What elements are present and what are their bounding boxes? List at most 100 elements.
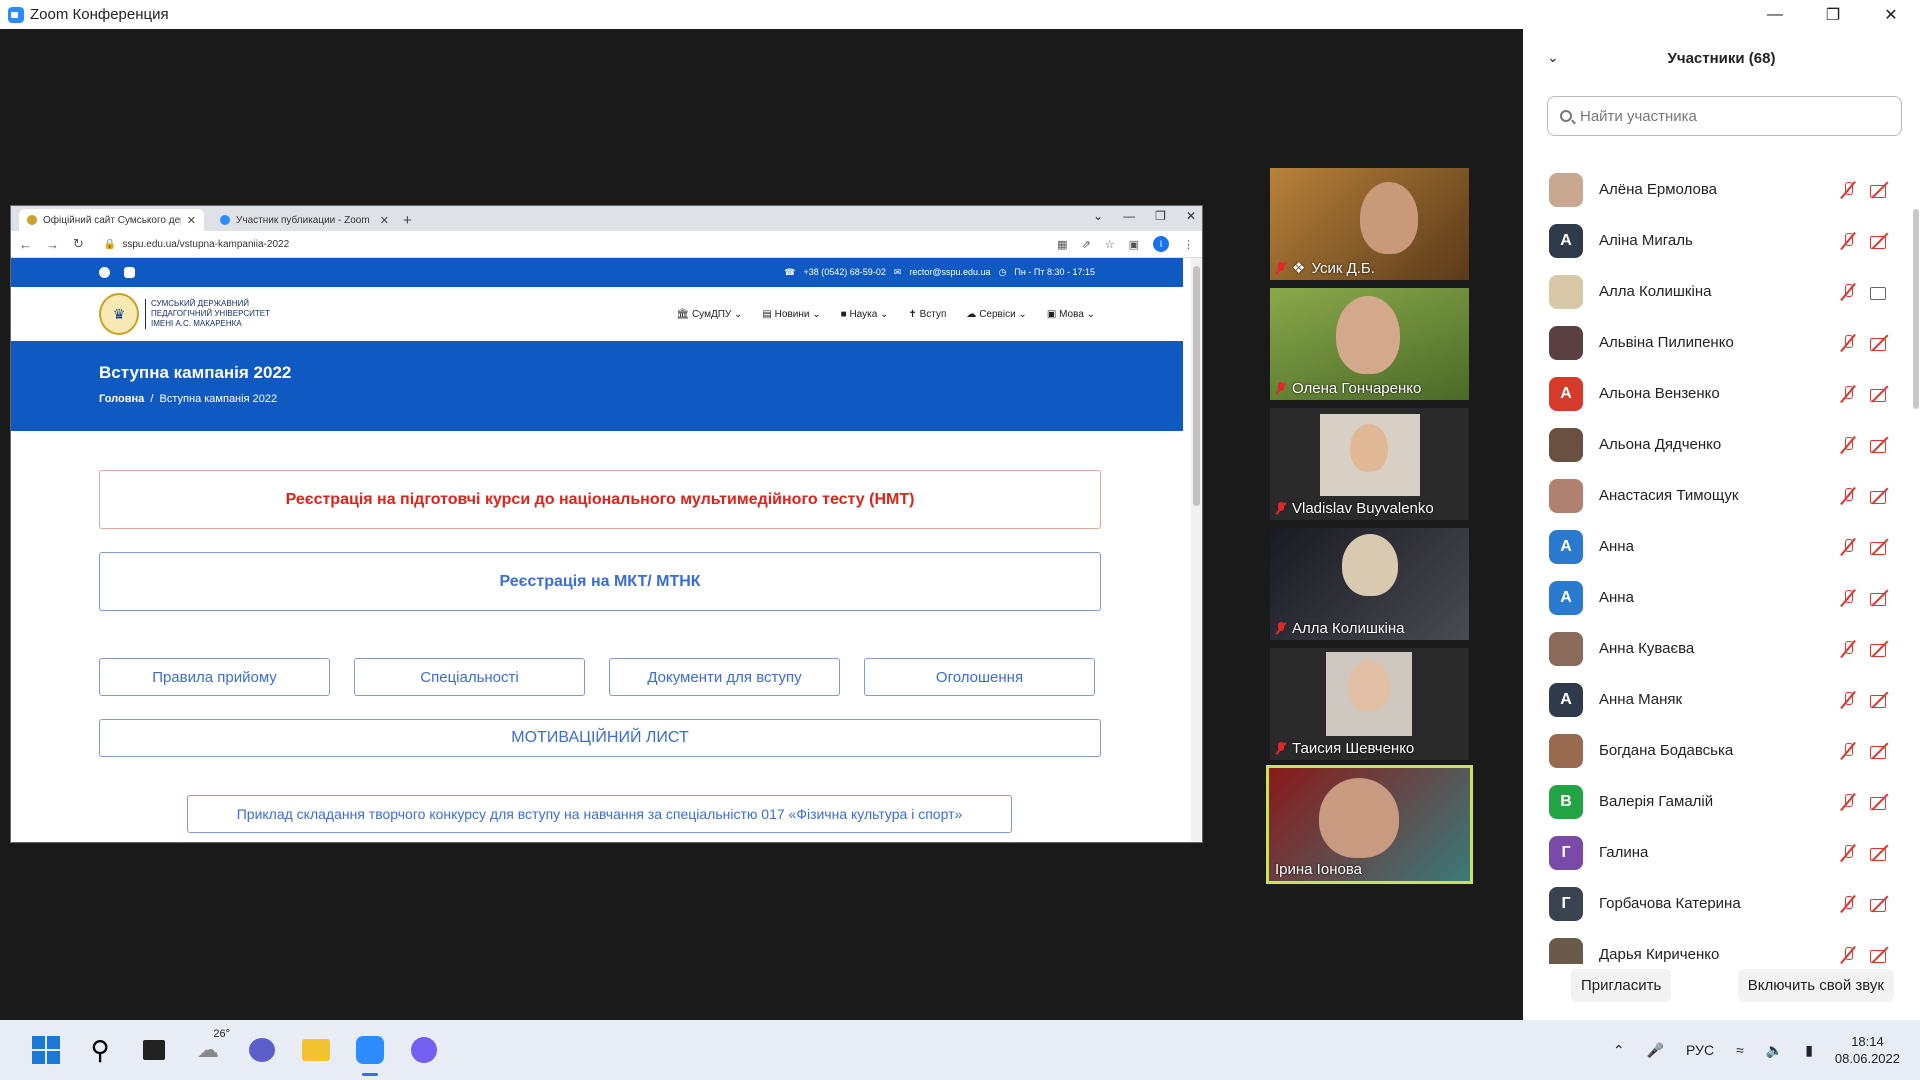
close-icon[interactable]: ✕ (1862, 0, 1920, 29)
participant-row[interactable]: Алёна Ермолова (1523, 164, 1920, 215)
participant-row[interactable]: A Аліна Мигаль (1523, 215, 1920, 266)
participant-avatar (1549, 631, 1583, 666)
breadcrumb-home[interactable]: Головна (99, 393, 144, 405)
browser-address-bar: ← → ↻ 🔒 sspu.edu.ua/vstupna-kampaniia-202… (11, 231, 1202, 258)
menu-item-admission[interactable]: ✝ Вступ (908, 309, 946, 320)
participant-avatar: A (1549, 376, 1583, 411)
participant-row[interactable]: Г Горбачова Катерина (1523, 878, 1920, 929)
restore-icon[interactable]: ❐ (1804, 0, 1862, 29)
facebook-icon[interactable] (99, 267, 110, 278)
participant-row[interactable]: Альона Дядченко (1523, 419, 1920, 470)
motivation-letter-button[interactable]: МОТИВАЦІЙНИЙ ЛИСТ (99, 719, 1101, 757)
menu-label: Мова (1059, 308, 1084, 320)
menu-item-services[interactable]: ☁ Сервіси ⌄ (966, 309, 1026, 320)
start-windows-icon[interactable] (30, 1034, 62, 1066)
participant-avatar (1549, 172, 1583, 207)
participant-search-input[interactable] (1580, 107, 1880, 125)
weather-icon[interactable]: ☁ 26° (192, 1028, 230, 1066)
minimize-icon[interactable]: — (1746, 0, 1804, 29)
new-tab-plus-icon[interactable]: + (403, 209, 412, 231)
invite-button[interactable]: Пригласить (1571, 969, 1672, 1002)
announcements-button[interactable]: Оголошення (864, 658, 1095, 696)
creative-contest-example-button[interactable]: Приклад складання творчого конкурсу для … (187, 795, 1012, 833)
microphone-icon[interactable]: 🎤 (1647, 1042, 1664, 1059)
nmt-courses-registration-button[interactable]: Реєстрація на підготовчі курси до націон… (99, 470, 1101, 529)
shared-screen: Офіційний сайт Сумського держ ✕ Участник… (10, 205, 1203, 843)
participant-row[interactable]: Дарья Кириченко (1523, 929, 1920, 964)
video-tile[interactable]: Олена Гончаренко (1270, 288, 1469, 400)
browser-restore-icon[interactable]: ❐ (1155, 209, 1166, 223)
site-email[interactable]: rector@sspu.edu.ua (909, 267, 990, 278)
participant-row[interactable]: A Анна (1523, 572, 1920, 623)
specialties-button[interactable]: Спеціальності (354, 658, 585, 696)
profile-avatar[interactable]: I (1153, 236, 1169, 252)
taskbar-clock[interactable]: 18:14 08.06.2022 (1835, 1033, 1900, 1067)
taskbar-search-icon[interactable]: ⚲ (84, 1034, 116, 1066)
collapse-chevron-icon[interactable]: ⌄ (1547, 49, 1559, 66)
menu-item-sumdpu[interactable]: 🏛 СумДПУ ⌄ (676, 309, 742, 320)
url-field[interactable]: 🔒 sspu.edu.ua/vstupna-kampaniia-2022 (104, 239, 1043, 250)
browser-minimize-icon[interactable]: — (1123, 209, 1135, 223)
participant-row[interactable]: B Валерія Гамалій (1523, 776, 1920, 827)
unmute-self-button[interactable]: Включить свой звук (1737, 969, 1894, 1002)
side-panel-icon[interactable]: ▣ (1129, 238, 1139, 251)
lock-icon: 🔒 (103, 238, 117, 250)
wifi-icon[interactable]: ≈ (1736, 1042, 1744, 1058)
scrollbar-thumb[interactable] (1193, 266, 1200, 506)
participant-row[interactable]: Альвіна Пилипенко (1523, 317, 1920, 368)
zoom-taskbar-icon[interactable] (354, 1034, 386, 1076)
volume-icon[interactable]: 🔈 (1766, 1042, 1783, 1059)
site-phone[interactable]: +38 (0542) 68-59-02 (804, 267, 886, 278)
participant-row[interactable]: A Альона Вензенко (1523, 368, 1920, 419)
window-title: Zoom Конференция (30, 6, 169, 23)
share-icon[interactable]: ⇗ (1082, 238, 1091, 251)
forward-arrow-icon[interactable]: → (46, 237, 59, 252)
menu-item-news[interactable]: ▤ Новини ⌄ (762, 309, 820, 320)
participant-row[interactable]: Анна Куваєва (1523, 623, 1920, 674)
translate-icon[interactable]: ▦ (1057, 238, 1067, 251)
tab-close-icon[interactable]: ✕ (187, 214, 196, 227)
admission-rules-button[interactable]: Правила прийому (99, 658, 330, 696)
video-tile[interactable]: Алла Колишкіна (1270, 528, 1469, 640)
menu-item-language[interactable]: ▣ Мова ⌄ (1047, 309, 1095, 320)
youtube-icon[interactable] (124, 267, 135, 278)
viber-icon[interactable] (408, 1034, 440, 1066)
bookmark-star-icon[interactable]: ☆ (1105, 238, 1115, 251)
video-tile-active-speaker[interactable]: Ірина Іонова (1266, 765, 1473, 884)
file-explorer-icon[interactable] (300, 1034, 332, 1066)
participant-row[interactable]: Богдана Бодавська (1523, 725, 1920, 776)
participant-search[interactable] (1547, 96, 1902, 136)
video-off-icon (1870, 435, 1890, 455)
participant-row[interactable]: A Анна (1523, 521, 1920, 572)
participant-row[interactable]: Анастасия Тимощук (1523, 470, 1920, 521)
browser-tab-sspu[interactable]: Офіційний сайт Сумського держ ✕ (19, 209, 204, 231)
page-scrollbar[interactable] (1191, 258, 1202, 842)
admission-documents-button[interactable]: Документи для вступу (609, 658, 840, 696)
video-tile[interactable]: ❖ Усик Д.Б. (1270, 168, 1469, 280)
taskbar-apps: ⚲ ☁ 26° (30, 1028, 440, 1076)
participant-name: Анна (1599, 538, 1634, 555)
participants-panel: ⌄ Участники (68) Алёна Ермолова A Аліна Ми… (1523, 29, 1920, 1020)
input-language[interactable]: РУС (1686, 1042, 1714, 1058)
tab-search-chevron-icon[interactable]: ⌄ (1093, 209, 1103, 223)
video-tile[interactable]: Таисия Шевченко (1270, 648, 1469, 760)
browser-close-icon[interactable]: ✕ (1186, 209, 1196, 223)
participant-row[interactable]: Г Галина (1523, 827, 1920, 878)
task-view-icon[interactable] (138, 1034, 170, 1066)
chat-icon[interactable] (246, 1034, 278, 1066)
menu-item-science[interactable]: ■ Наука ⌄ (841, 309, 889, 320)
battery-icon[interactable]: ▮ (1805, 1042, 1813, 1059)
browser-menu-icon[interactable]: ⋮ (1183, 238, 1194, 251)
video-tile[interactable]: Vladislav Buyvalenko (1270, 408, 1469, 520)
mkt-registration-button[interactable]: Реєстрація на МКТ/ МТНК (99, 552, 1101, 611)
participant-row[interactable]: A Анна Маняк (1523, 674, 1920, 725)
participants-scrollbar[interactable] (1913, 209, 1919, 409)
search-icon (1560, 110, 1572, 122)
university-logo[interactable]: ♛ СУМСЬКИЙ ДЕРЖАВНИЙ ПЕДАГОГІЧНИЙ УНІВЕР… (99, 293, 270, 335)
tray-chevron-up-icon[interactable]: ⌃ (1613, 1042, 1625, 1059)
reload-icon[interactable]: ↻ (73, 236, 84, 252)
back-arrow-icon[interactable]: ← (19, 237, 32, 252)
participant-row[interactable]: Алла Колишкіна (1523, 266, 1920, 317)
browser-tab-zoom[interactable]: Участник публикации - Zoom ✕ (212, 209, 397, 231)
tab-close-icon[interactable]: ✕ (380, 214, 389, 227)
